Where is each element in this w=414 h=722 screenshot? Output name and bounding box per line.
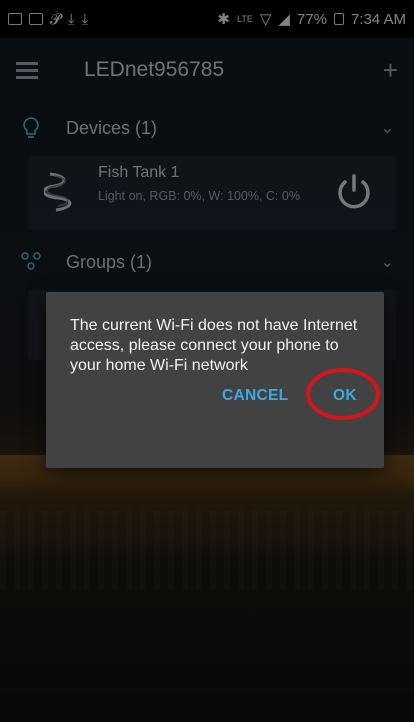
no-internet-dialog: The current Wi-Fi does not have Internet… (46, 292, 384, 468)
ok-highlight-circle (306, 368, 380, 420)
cancel-button[interactable]: CANCEL (222, 387, 288, 405)
dialog-message: The current Wi-Fi does not have Internet… (70, 317, 358, 374)
